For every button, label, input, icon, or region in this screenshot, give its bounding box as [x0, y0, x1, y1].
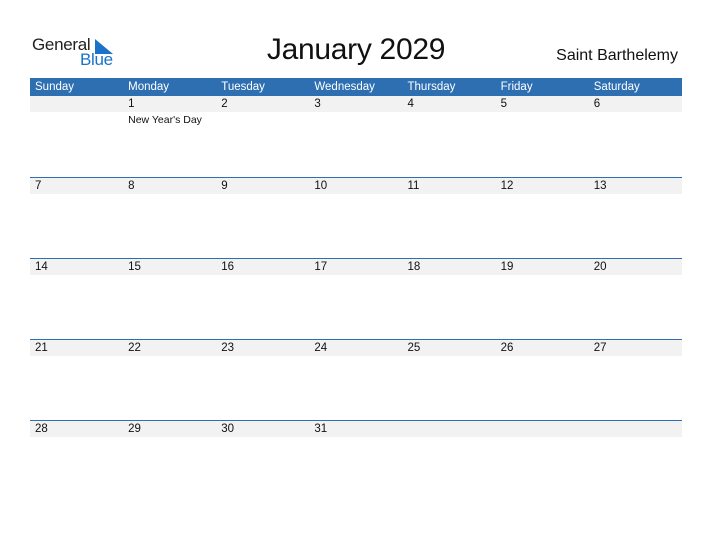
events-row: New Year's Day — [30, 112, 682, 126]
day-number: 27 — [593, 342, 607, 354]
day-cell — [589, 194, 682, 196]
day-cell — [216, 194, 309, 196]
day-cell — [30, 194, 123, 196]
date-strip: 1 2 3 4 5 6 — [30, 96, 682, 112]
day-number: 15 — [128, 261, 141, 273]
day-number: 11 — [407, 180, 420, 192]
day-number: 16 — [221, 261, 235, 273]
weekday-tuesday: Tuesday — [221, 81, 265, 93]
day-cell — [403, 112, 496, 126]
events-row — [30, 194, 682, 196]
day-number: 19 — [500, 261, 514, 273]
country-label: Saint Barthelemy — [556, 47, 678, 64]
day-cell — [123, 275, 216, 277]
day-cell — [589, 112, 682, 126]
day-cell — [123, 356, 216, 358]
day-number: 8 — [128, 180, 135, 192]
day-number: 1 — [128, 98, 135, 110]
weekday-monday: Monday — [128, 81, 170, 93]
weekday-thursday: Thursday — [407, 81, 456, 93]
day-number: 28 — [35, 423, 48, 435]
events-row — [30, 356, 682, 358]
week-row: 21 22 23 24 25 26 27 — [30, 339, 682, 420]
day-number — [589, 421, 682, 437]
calendar-grid: Sunday Monday Tuesday Wednesday Thursday Frid… — [30, 78, 682, 501]
day-cell — [30, 437, 123, 439]
week-row: 7 8 9 10 11 12 13 — [30, 177, 682, 258]
day-number: 4 — [407, 98, 414, 110]
day-number: 6 — [593, 98, 601, 110]
day-cell — [309, 112, 402, 126]
day-cell — [30, 275, 123, 277]
holiday-label: New Year's Day — [128, 114, 202, 126]
day-cell — [496, 194, 589, 196]
day-number: 26 — [500, 342, 514, 354]
day-cell — [309, 275, 402, 277]
day-number: 30 — [221, 423, 235, 435]
day-number: 10 — [314, 180, 328, 192]
day-cell — [403, 194, 496, 196]
day-number: 23 — [221, 342, 235, 354]
day-number: 20 — [593, 261, 607, 273]
day-number: 17 — [314, 261, 328, 273]
day-cell — [589, 356, 682, 358]
day-cell — [403, 275, 496, 277]
day-cell — [30, 356, 123, 358]
day-cell — [496, 356, 589, 358]
day-number — [30, 96, 123, 112]
week-row: 14 15 16 17 18 19 20 — [30, 258, 682, 339]
day-cell — [216, 356, 309, 358]
day-cell — [123, 437, 216, 439]
day-number: 2 — [221, 98, 228, 110]
date-strip: 7 8 9 10 11 12 13 — [30, 178, 682, 194]
date-strip: 21 22 23 24 25 26 27 — [30, 340, 682, 356]
day-cell — [216, 275, 309, 277]
date-strip: 28 29 30 31 — [30, 421, 682, 437]
day-number: 7 — [35, 180, 42, 192]
day-number: 25 — [407, 342, 421, 354]
weekday-saturday: Saturday — [593, 81, 640, 93]
day-number: 22 — [128, 342, 141, 354]
day-cell — [496, 437, 589, 439]
week-row: 1 2 3 4 5 6 New Year's Day — [30, 96, 682, 177]
weekday-friday: Friday — [500, 81, 533, 93]
day-number: 14 — [35, 261, 48, 273]
day-number: 24 — [314, 342, 328, 354]
day-cell — [309, 356, 402, 358]
day-cell — [123, 194, 216, 196]
day-cell — [403, 437, 496, 439]
day-number: 12 — [500, 180, 514, 192]
day-number: 5 — [500, 98, 508, 110]
day-cell — [309, 194, 402, 196]
weekday-header: Sunday Monday Tuesday Wednesday Thursday Frid… — [30, 78, 682, 96]
events-row — [30, 275, 682, 277]
day-number: 9 — [221, 180, 228, 192]
day-cell — [589, 437, 682, 439]
weekday-wednesday: Wednesday — [314, 81, 375, 93]
day-number: 3 — [314, 98, 321, 110]
day-cell — [589, 275, 682, 277]
day-number — [403, 421, 496, 437]
day-cell — [216, 437, 309, 439]
weekday-sunday: Sunday — [35, 81, 75, 93]
week-row: 28 29 30 31 — [30, 420, 682, 501]
day-number: 31 — [314, 423, 328, 435]
day-cell — [216, 112, 309, 126]
day-cell — [403, 356, 496, 358]
day-cell — [496, 275, 589, 277]
day-number — [496, 421, 589, 437]
day-number: 13 — [593, 180, 607, 192]
day-cell — [309, 437, 402, 439]
events-row — [30, 437, 682, 439]
day-number: 21 — [35, 342, 48, 354]
day-number: 18 — [407, 261, 421, 273]
date-strip: 14 15 16 17 18 19 20 — [30, 259, 682, 275]
day-number: 29 — [128, 423, 141, 435]
day-cell — [30, 112, 123, 126]
day-cell — [496, 112, 589, 126]
